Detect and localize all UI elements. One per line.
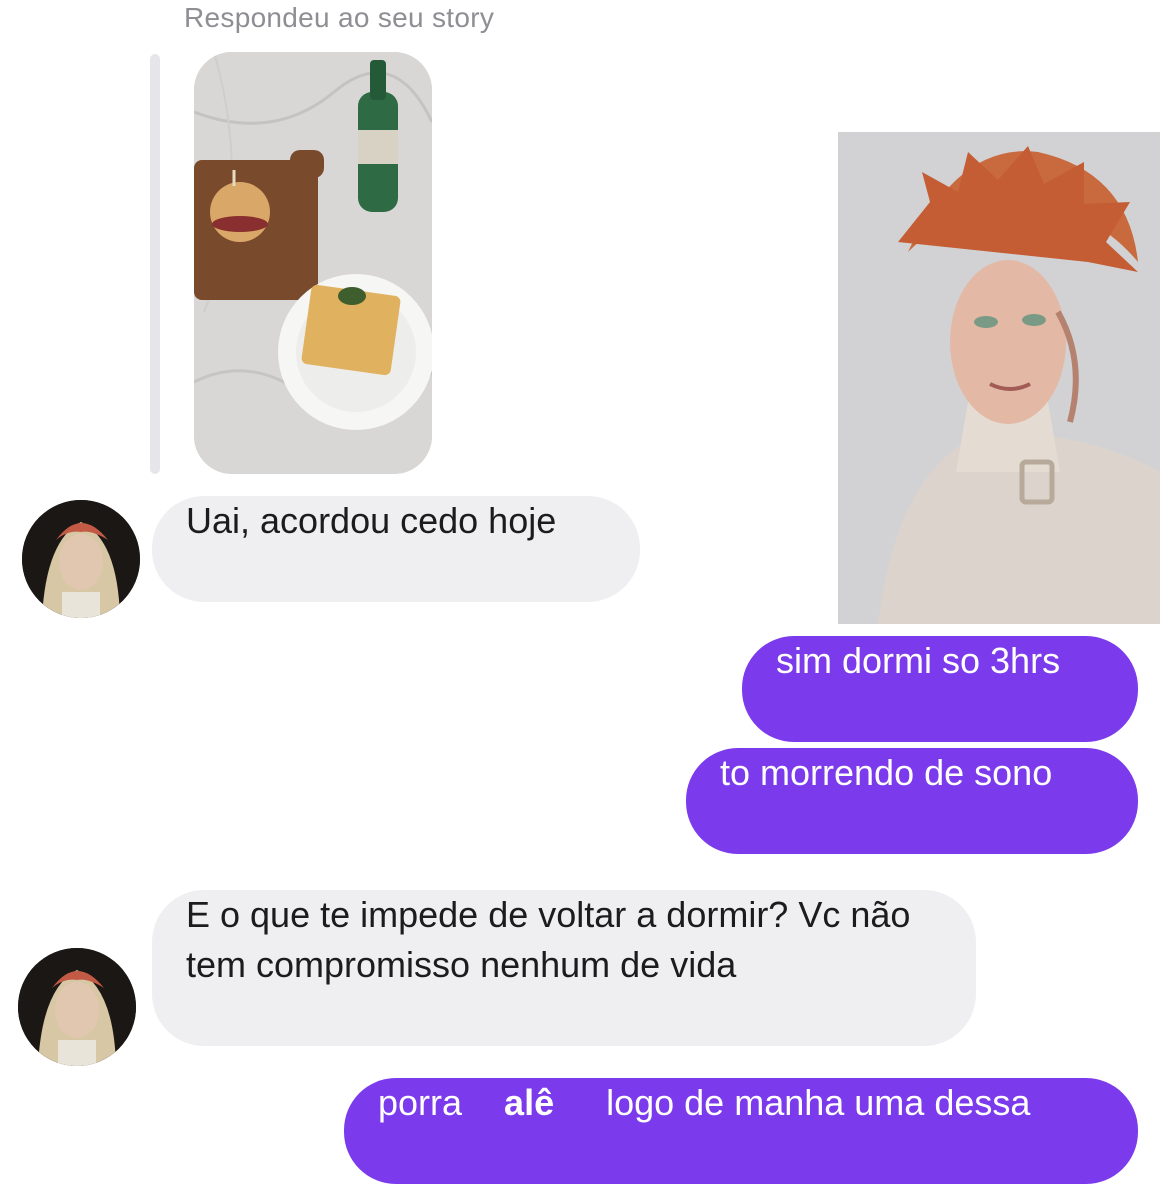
outgoing-message[interactable]: sim dormi so 3hrs (742, 636, 1138, 742)
contact-avatar[interactable] (22, 500, 140, 618)
incoming-message[interactable]: E o que te impede de voltar a dormir? Vc… (152, 890, 976, 1046)
avatar-image (18, 948, 136, 1066)
message-word: logo de manha uma dessa (606, 1082, 1031, 1123)
story-food-image (194, 52, 432, 474)
message-word-emphasis: alê (504, 1082, 555, 1123)
incoming-message[interactable]: Uai, acordou cedo hoje (152, 496, 640, 602)
story-reply-caption: Respondeu ao seu story (184, 2, 495, 33)
story-reply-bar (150, 54, 160, 474)
outgoing-message[interactable]: porra alê logo de manha uma dessa (344, 1078, 1138, 1184)
story-thumbnail[interactable] (194, 52, 432, 474)
character-illustration[interactable] (838, 132, 1160, 624)
contact-avatar[interactable] (18, 948, 136, 1066)
character-art-image (838, 132, 1160, 624)
outgoing-message[interactable]: to morrendo de sono (686, 748, 1138, 854)
avatar-image (22, 500, 140, 618)
message-word: porra (378, 1082, 463, 1123)
